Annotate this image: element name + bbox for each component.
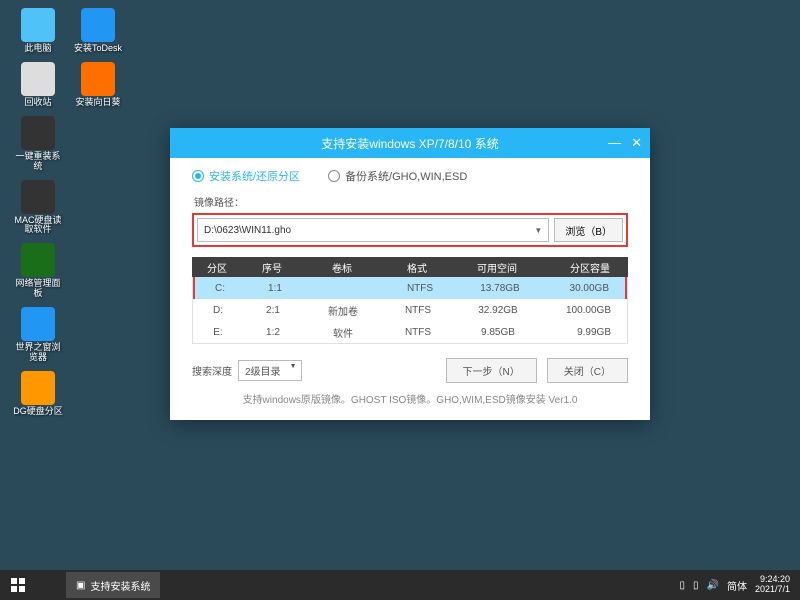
- path-label: 镜像路径：: [194, 194, 628, 209]
- app-icon: [21, 180, 55, 214]
- tray-network-icon[interactable]: ▯: [693, 580, 699, 591]
- box-icon: ▣: [76, 580, 85, 591]
- search-depth-label: 搜索深度: [192, 363, 232, 378]
- app-icon: [21, 116, 55, 150]
- footer-text: 支持windows原版镜像。GHOST ISO镜像。GHO,WIM,ESD镜像安…: [192, 383, 628, 412]
- desktop-icon-2[interactable]: 一键重装系统: [12, 116, 64, 172]
- desktop-icon-3[interactable]: MAC硬盘读取软件: [12, 180, 64, 236]
- radio-install[interactable]: 安装系统/还原分区: [192, 168, 300, 184]
- start-button[interactable]: [0, 570, 36, 600]
- table-row[interactable]: C:1:1NTFS13.78GB30.00GB: [195, 277, 625, 299]
- close-icon[interactable]: ✕: [631, 135, 642, 151]
- app-icon: [81, 8, 115, 42]
- next-button[interactable]: 下一步（N）: [446, 358, 537, 383]
- tray-volume-icon[interactable]: 🔊: [707, 580, 719, 591]
- taskbar-app[interactable]: ▣ 支持安装系统: [66, 572, 160, 598]
- desktop-icon-4[interactable]: 网络管理面板: [12, 243, 64, 299]
- installer-window: 支持安装windows XP/7/8/10 系统 — ✕ 安装系统/还原分区 备…: [170, 128, 650, 420]
- taskbar: ▣ 支持安装系统 ▯ ▯ 🔊 简体 9:24:20 2021/7/1: [0, 570, 800, 600]
- app-icon: [81, 62, 115, 96]
- minimize-icon[interactable]: —: [608, 135, 621, 151]
- app-icon: [21, 307, 55, 341]
- radio-icon: [192, 170, 204, 182]
- clock[interactable]: 9:24:20 2021/7/1: [755, 575, 790, 595]
- app-icon: [21, 8, 55, 42]
- desktop-icon-b1[interactable]: 安装向日葵: [72, 62, 124, 108]
- table-header: 分区 序号 卷标 格式 可用空间 分区容量: [192, 257, 628, 277]
- app-icon: [21, 62, 55, 96]
- table-row[interactable]: D:2:1新加卷NTFS32.92GB100.00GB: [193, 299, 627, 321]
- desktop-icon-1[interactable]: 回收站: [12, 62, 64, 108]
- radio-icon: [328, 170, 340, 182]
- desktop-icon-b0[interactable]: 安装ToDesk: [72, 8, 124, 54]
- tray-up-icon[interactable]: ▯: [679, 580, 685, 591]
- app-icon: [21, 371, 55, 405]
- path-highlight: D:\0623\WIN11.gho 浏览（B）: [192, 213, 628, 247]
- desktop-icon-5[interactable]: 世界之窗浏览器: [12, 307, 64, 363]
- table-row[interactable]: E:1:2软件NTFS9.85GB9.99GB: [193, 321, 627, 343]
- window-title: 支持安装windows XP/7/8/10 系统: [321, 135, 498, 152]
- desktop-icon-0[interactable]: 此电脑: [12, 8, 64, 54]
- image-path-select[interactable]: D:\0623\WIN11.gho: [197, 218, 549, 242]
- radio-backup[interactable]: 备份系统/GHO,WIN,ESD: [328, 168, 467, 184]
- partition-table: 分区 序号 卷标 格式 可用空间 分区容量 C:1:1NTFS13.78GB30…: [192, 257, 628, 344]
- desktop-icon-6[interactable]: DG硬盘分区: [12, 371, 64, 417]
- titlebar[interactable]: 支持安装windows XP/7/8/10 系统 — ✕: [170, 128, 650, 158]
- browse-button[interactable]: 浏览（B）: [554, 218, 623, 242]
- ime-label[interactable]: 简体: [727, 578, 747, 593]
- search-depth-select[interactable]: 2级目录: [238, 360, 302, 381]
- close-button[interactable]: 关闭（C）: [547, 358, 628, 383]
- app-icon: [21, 243, 55, 277]
